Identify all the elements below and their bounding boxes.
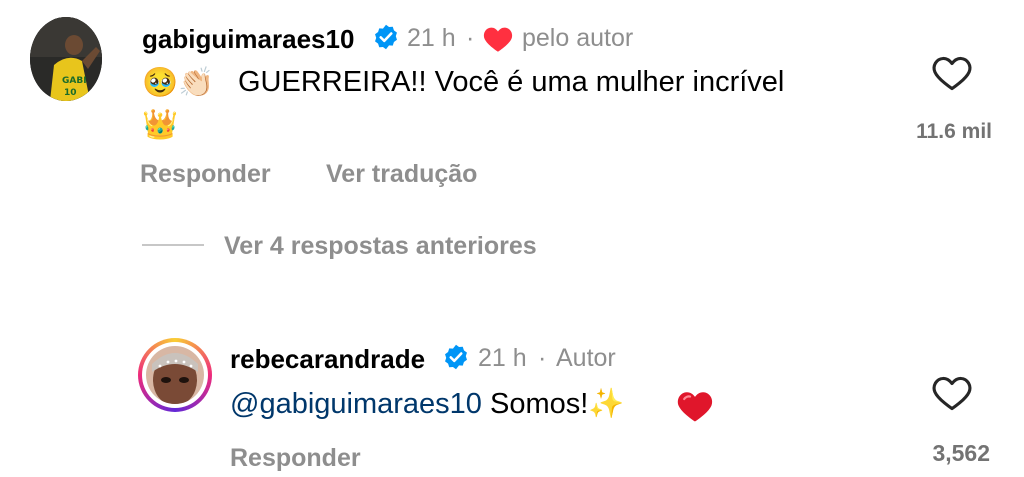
heart-filled-icon [483, 27, 513, 52]
comment-text: Somos! [490, 388, 589, 420]
replies-divider [142, 244, 204, 246]
reply-button[interactable]: Responder [140, 160, 271, 189]
see-translation-button[interactable]: Ver tradução [326, 160, 477, 189]
like-count: 11.6 mil [916, 120, 992, 143]
comment-text: GUERREIRA!! Você é uma mulher incrível [238, 66, 785, 98]
comment-text-line: @gabiguimaraes10 Somos!✨ [230, 387, 624, 421]
meta-separator: · [538, 344, 547, 372]
avatar-photo: GABI 10 [30, 17, 102, 101]
meta-separator: · [466, 24, 475, 52]
comment-username[interactable]: gabiguimaraes10 [142, 24, 354, 55]
comment-time: 21 h [478, 344, 527, 372]
verified-badge-icon [375, 24, 397, 50]
user-mention-link[interactable]: @gabiguimaraes10 [230, 388, 482, 420]
verified-badge-icon [445, 344, 467, 370]
comment-time: 21 h [407, 24, 456, 52]
like-count: 3,562 [932, 440, 990, 466]
avatar-rebecarandrade[interactable] [138, 338, 212, 412]
sparkles-emoji-icon: ✨ [588, 388, 625, 420]
comment-username[interactable]: rebecarandrade [230, 344, 425, 375]
svg-text:10: 10 [64, 88, 77, 98]
like-heart-outline-icon[interactable] [931, 374, 973, 412]
view-previous-replies-button[interactable]: Ver 4 respostas anteriores [224, 232, 537, 261]
liked-by-author-label: pelo autor [522, 24, 634, 52]
avatar-gabiguimaraes10[interactable]: GABI 10 [30, 17, 102, 101]
svg-text:GABI: GABI [62, 76, 87, 86]
reply-button[interactable]: Responder [230, 444, 361, 473]
comment-emoji-prefix: 🥹👏🏻 [142, 67, 215, 99]
avatar-ring-gap [142, 342, 208, 408]
avatar-photo [146, 346, 204, 404]
comment-emoji-crown: 👑 [142, 109, 179, 141]
like-heart-outline-icon[interactable] [931, 54, 973, 92]
author-label: Autor [556, 344, 616, 372]
red-heart-emoji-icon [677, 392, 713, 422]
